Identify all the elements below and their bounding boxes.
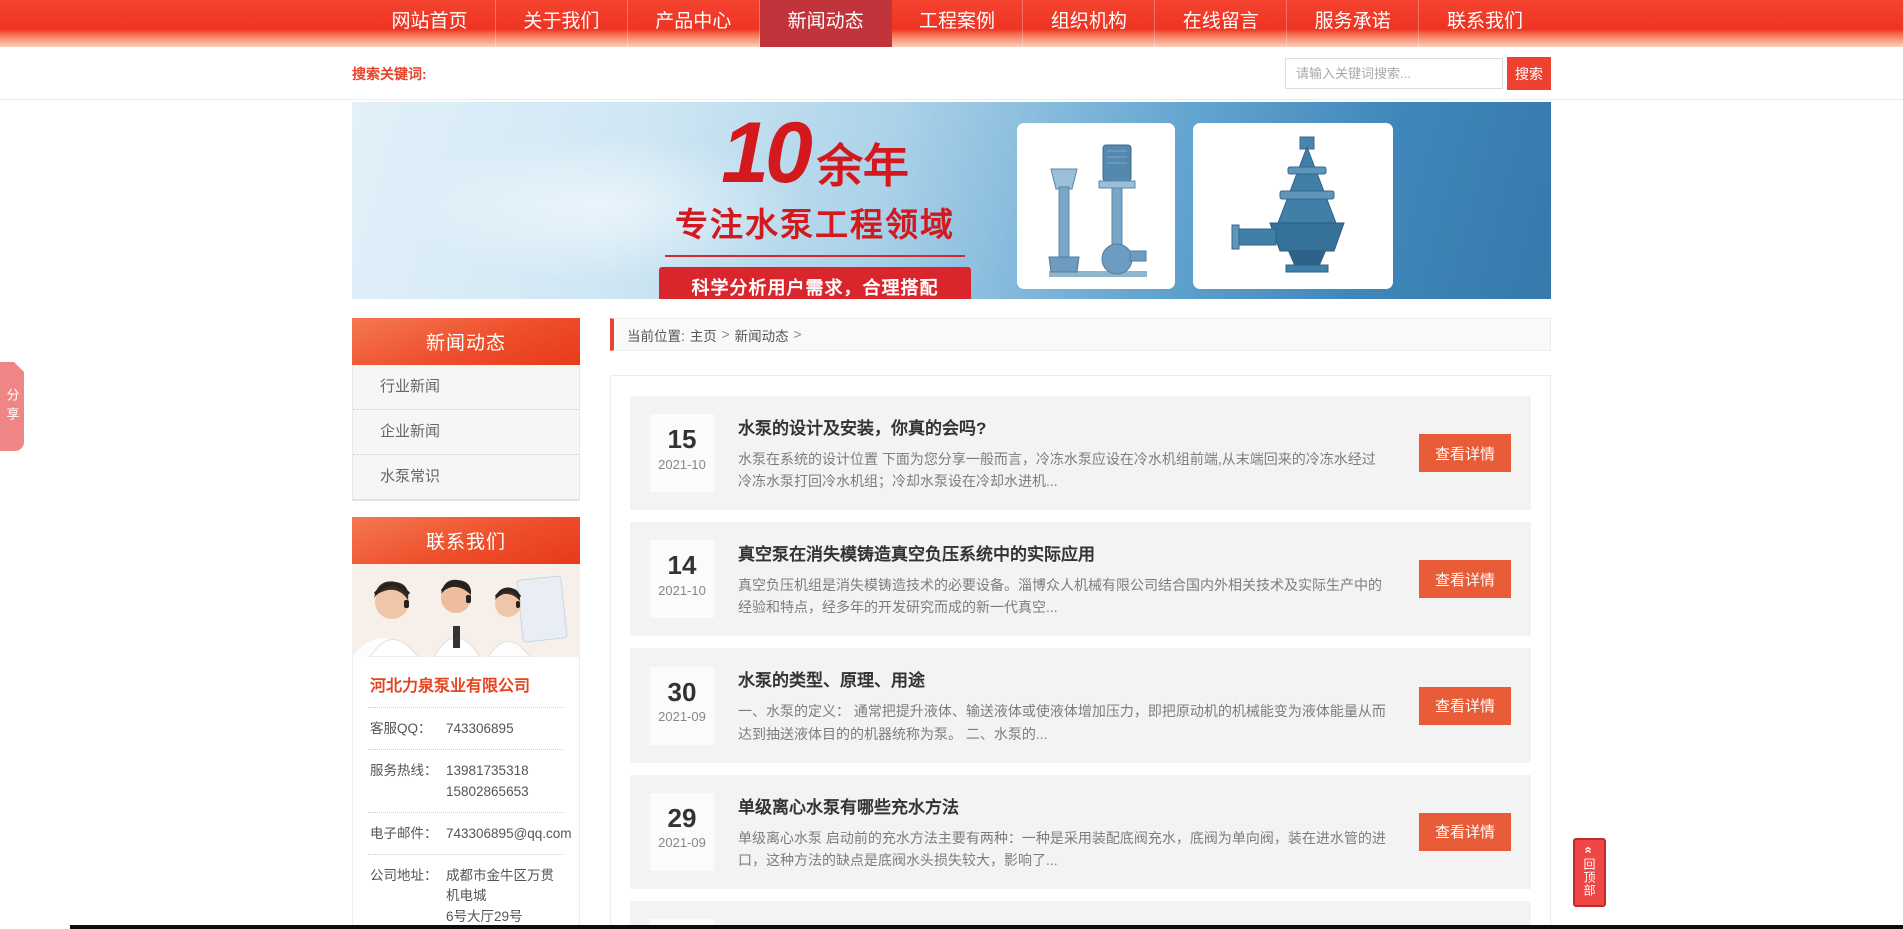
nav-item-products[interactable]: 产品中心 xyxy=(628,0,760,47)
news-year-month: 2021-10 xyxy=(650,583,714,598)
nav-item-cases[interactable]: 工程案例 xyxy=(892,0,1024,47)
news-year-month: 2021-09 xyxy=(650,835,714,850)
news-excerpt: 一、水泵的定义： 通常把提升液体、输送液体或使液体增加压力，即把原动机的机械能变… xyxy=(738,700,1389,744)
contact-row-hotline: 服务热线： 13981735318 15802865653 xyxy=(368,750,564,813)
breadcrumb-separator: > xyxy=(794,327,802,342)
banner-headline: 专注水泵工程领域 xyxy=(640,198,990,246)
pump-image-cyclone-pump xyxy=(1193,123,1393,289)
nav-item-home[interactable]: 网站首页 xyxy=(364,0,496,47)
banner-years-number: 10 xyxy=(721,105,809,201)
news-year-month: 2021-10 xyxy=(650,457,714,472)
news-item[interactable]: 15 2021-10 水泵的设计及安装，你真的会吗? 水泵在系统的设计位置 下面… xyxy=(630,396,1531,510)
news-day: 29 xyxy=(650,804,714,833)
news-day: 14 xyxy=(650,551,714,580)
banner-box-line1: 科学分析用户需求，合理搭配 xyxy=(665,274,965,299)
nav-item-message[interactable]: 在线留言 xyxy=(1155,0,1287,47)
banner-years-suffix: 余年 xyxy=(817,140,909,192)
main-content: 当前位置: 主页 > 新闻动态 > 15 2021-10 水泵的设计及安装，你真… xyxy=(610,318,1551,929)
breadcrumb-link-home[interactable]: 主页 xyxy=(690,325,717,345)
sidebar-news-header: 新闻动态 xyxy=(352,318,580,365)
hero-banner: 10余年 专注水泵工程领域 科学分析用户需求，合理搭配 提供多级泵解决方案 xyxy=(352,102,1551,299)
news-year-month: 2021-09 xyxy=(650,709,714,724)
news-title[interactable]: 水泵的设计及安装，你真的会吗? xyxy=(738,414,1389,439)
news-date-box: 14 2021-10 xyxy=(650,540,714,618)
news-title[interactable]: 单级离心水泵有哪些充水方法 xyxy=(738,793,1389,818)
contact-row-address: 公司地址： 成都市金牛区万贯机电城 6号大厅29号 xyxy=(368,855,564,929)
news-date-box: 29 2021-09 xyxy=(650,793,714,871)
news-excerpt: 真空负压机组是消失模铸造技术的必要设备。淄博众人机械有限公司结合国内外相关技术及… xyxy=(738,574,1389,618)
news-excerpt: 单级离心水泵 启动前的充水方法主要有两种：一种是采用装配底阀充水，底阀为单向阀，… xyxy=(738,827,1389,871)
news-item[interactable]: 30 2021-09 水泵的类型、原理、用途 一、水泵的定义： 通常把提升液体、… xyxy=(630,648,1531,762)
sidebar-item-industry-news[interactable]: 行业新闻 xyxy=(353,365,579,410)
customer-service-photo xyxy=(352,564,580,657)
breadcrumb: 当前位置: 主页 > 新闻动态 > xyxy=(610,318,1551,351)
back-to-top-button[interactable]: « 回顶部 xyxy=(1573,838,1606,907)
contact-value: 743306895 xyxy=(446,719,562,739)
news-list-panel: 15 2021-10 水泵的设计及安装，你真的会吗? 水泵在系统的设计位置 下面… xyxy=(610,375,1551,929)
back-to-top-label: 回顶部 xyxy=(1581,858,1598,897)
nav-item-contact[interactable]: 联系我们 xyxy=(1419,0,1551,47)
view-detail-button[interactable]: 查看详情 xyxy=(1419,813,1511,851)
share-tab[interactable]: 分享 xyxy=(0,362,24,451)
nav-item-news[interactable]: 新闻动态 xyxy=(760,0,892,47)
contact-label: 服务热线： xyxy=(370,761,446,802)
sidebar-item-pump-knowledge[interactable]: 水泵常识 xyxy=(353,455,579,500)
news-item[interactable]: 14 2021-10 真空泵在消失模铸造真空负压系统中的实际应用 真空负压机组是… xyxy=(630,522,1531,636)
contact-row-qq: 客服QQ： 743306895 xyxy=(368,708,564,750)
breadcrumb-separator: > xyxy=(722,327,730,342)
nav-item-organization[interactable]: 组织机构 xyxy=(1023,0,1155,47)
contact-value: 成都市金牛区万贯机电城 6号大厅29号 xyxy=(446,866,562,927)
news-day: 30 xyxy=(650,678,714,707)
contact-value: 13981735318 15802865653 xyxy=(446,761,562,802)
contact-info-box: 河北力泉泵业有限公司 客服QQ： 743306895 服务热线： 1398173… xyxy=(352,657,580,929)
breadcrumb-link-news[interactable]: 新闻动态 xyxy=(735,325,789,345)
chevron-up-icon: « xyxy=(1583,846,1595,853)
contact-row-email: 电子邮件： 743306895@qq.com xyxy=(368,813,564,855)
search-input[interactable] xyxy=(1285,58,1503,89)
top-navigation: 网站首页 关于我们 产品中心 新闻动态 工程案例 组织机构 在线留言 服务承诺 … xyxy=(0,0,1903,47)
search-bar: 搜索关键词: 搜索 xyxy=(0,47,1903,100)
news-day: 15 xyxy=(650,425,714,454)
contact-label: 电子邮件： xyxy=(370,824,446,844)
pump-image-vertical-pumps xyxy=(1017,123,1175,289)
news-date-box: 30 2021-09 xyxy=(650,667,714,745)
main-menu: 网站首页 关于我们 产品中心 新闻动态 工程案例 组织机构 在线留言 服务承诺 … xyxy=(364,0,1551,47)
footer-top-edge xyxy=(70,925,1903,929)
banner-red-box: 科学分析用户需求，合理搭配 提供多级泵解决方案 xyxy=(659,267,971,299)
view-detail-button[interactable]: 查看详情 xyxy=(1419,560,1511,598)
view-detail-button[interactable]: 查看详情 xyxy=(1419,434,1511,472)
breadcrumb-prefix: 当前位置: xyxy=(627,325,685,345)
contact-label: 公司地址： xyxy=(370,866,446,927)
news-item[interactable]: 29 2021-09 单级离心水泵有哪些充水方法 单级离心水泵 启动前的充水方法… xyxy=(630,775,1531,889)
sidebar-item-company-news[interactable]: 企业新闻 xyxy=(353,410,579,455)
news-excerpt: 水泵在系统的设计位置 下面为您分享一般而言，冷冻水泵应设在冷水机组前端,从末端回… xyxy=(738,448,1389,492)
sidebar-news-menu: 行业新闻 企业新闻 水泵常识 xyxy=(352,365,580,501)
nav-item-service-promise[interactable]: 服务承诺 xyxy=(1287,0,1419,47)
news-date-box: 15 2021-10 xyxy=(650,414,714,492)
contact-value: 743306895@qq.com xyxy=(446,824,572,844)
news-title[interactable]: 真空泵在消失模铸造真空负压系统中的实际应用 xyxy=(738,540,1389,565)
nav-item-about[interactable]: 关于我们 xyxy=(496,0,628,47)
search-button[interactable]: 搜索 xyxy=(1507,57,1551,90)
company-name: 河北力泉泵业有限公司 xyxy=(368,659,564,708)
news-title[interactable]: 水泵的类型、原理、用途 xyxy=(738,666,1389,691)
sidebar-contact-header: 联系我们 xyxy=(352,517,580,564)
share-tab-label: 分享 xyxy=(3,388,22,426)
contact-label: 客服QQ： xyxy=(370,719,446,739)
sidebar: 新闻动态 行业新闻 企业新闻 水泵常识 联系我们 xyxy=(352,318,580,929)
banner-divider xyxy=(665,255,965,257)
search-keywords-label: 搜索关键词: xyxy=(352,64,427,84)
banner-slogan: 10余年 专注水泵工程领域 科学分析用户需求，合理搭配 提供多级泵解决方案 xyxy=(640,110,990,299)
view-detail-button[interactable]: 查看详情 xyxy=(1419,687,1511,725)
